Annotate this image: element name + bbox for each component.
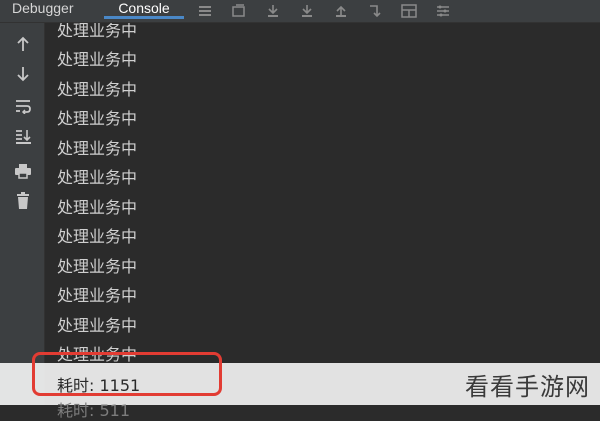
up-arrow-icon[interactable] bbox=[12, 33, 34, 55]
step-out-icon[interactable] bbox=[331, 2, 351, 20]
menu-icon[interactable] bbox=[195, 2, 215, 20]
tab-debugger[interactable]: Debugger bbox=[12, 0, 92, 22]
print-icon[interactable] bbox=[12, 160, 34, 182]
trash-icon[interactable] bbox=[12, 190, 34, 212]
step-over-icon[interactable] bbox=[263, 2, 283, 20]
console-line: 处理业务中 bbox=[57, 139, 138, 158]
console-line: 处理业务中 bbox=[57, 80, 138, 99]
console-line: 处理业务中 bbox=[57, 23, 138, 40]
soft-wrap-icon[interactable] bbox=[12, 95, 34, 117]
step-into-icon[interactable] bbox=[297, 2, 317, 20]
down-arrow-icon[interactable] bbox=[12, 63, 34, 85]
console-gutter bbox=[0, 23, 45, 405]
tab-debugger-label: Debugger bbox=[12, 0, 74, 16]
toolbar: Debugger Console bbox=[0, 0, 600, 23]
run-to-cursor-icon[interactable] bbox=[365, 2, 385, 20]
settings-icon[interactable] bbox=[433, 2, 453, 20]
console-line: 处理业务中 bbox=[57, 316, 138, 335]
console-output: 处理业务中 处理业务中 处理业务中 处理业务中 处理业务中 处理业务中 处理业务… bbox=[45, 23, 600, 405]
tab-console[interactable]: Console bbox=[104, 0, 184, 22]
evaluate-icon[interactable] bbox=[399, 2, 419, 20]
active-tab-indicator bbox=[104, 16, 184, 19]
highlight-box bbox=[32, 352, 222, 396]
console-line: 处理业务中 bbox=[57, 286, 138, 305]
console-line: 处理业务中 bbox=[57, 50, 138, 69]
toolbar-icon-group bbox=[195, 0, 467, 22]
scroll-to-end-icon[interactable] bbox=[12, 125, 34, 147]
console-line: 处理业务中 bbox=[57, 198, 138, 217]
console-line: 处理业务中 bbox=[57, 168, 138, 187]
console-line: 处理业务中 bbox=[57, 257, 138, 276]
restore-layout-icon[interactable] bbox=[229, 2, 249, 20]
tab-console-label: Console bbox=[118, 0, 170, 16]
cut-off-line: 耗时: 511 bbox=[57, 401, 131, 420]
watermark: 看看手游网 bbox=[465, 373, 590, 401]
console-line: 处理业务中 bbox=[57, 109, 138, 128]
console-line: 处理业务中 bbox=[57, 227, 138, 246]
